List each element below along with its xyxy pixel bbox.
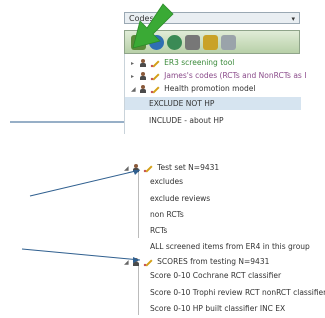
pointer-head-test-set [133,170,140,175]
annotation-layer [10,3,174,263]
pointer-line-scores [21,248,141,261]
pointer-head-scores [133,257,140,263]
green-arrow-icon [132,3,174,49]
pointer-line-test-set [29,169,141,197]
